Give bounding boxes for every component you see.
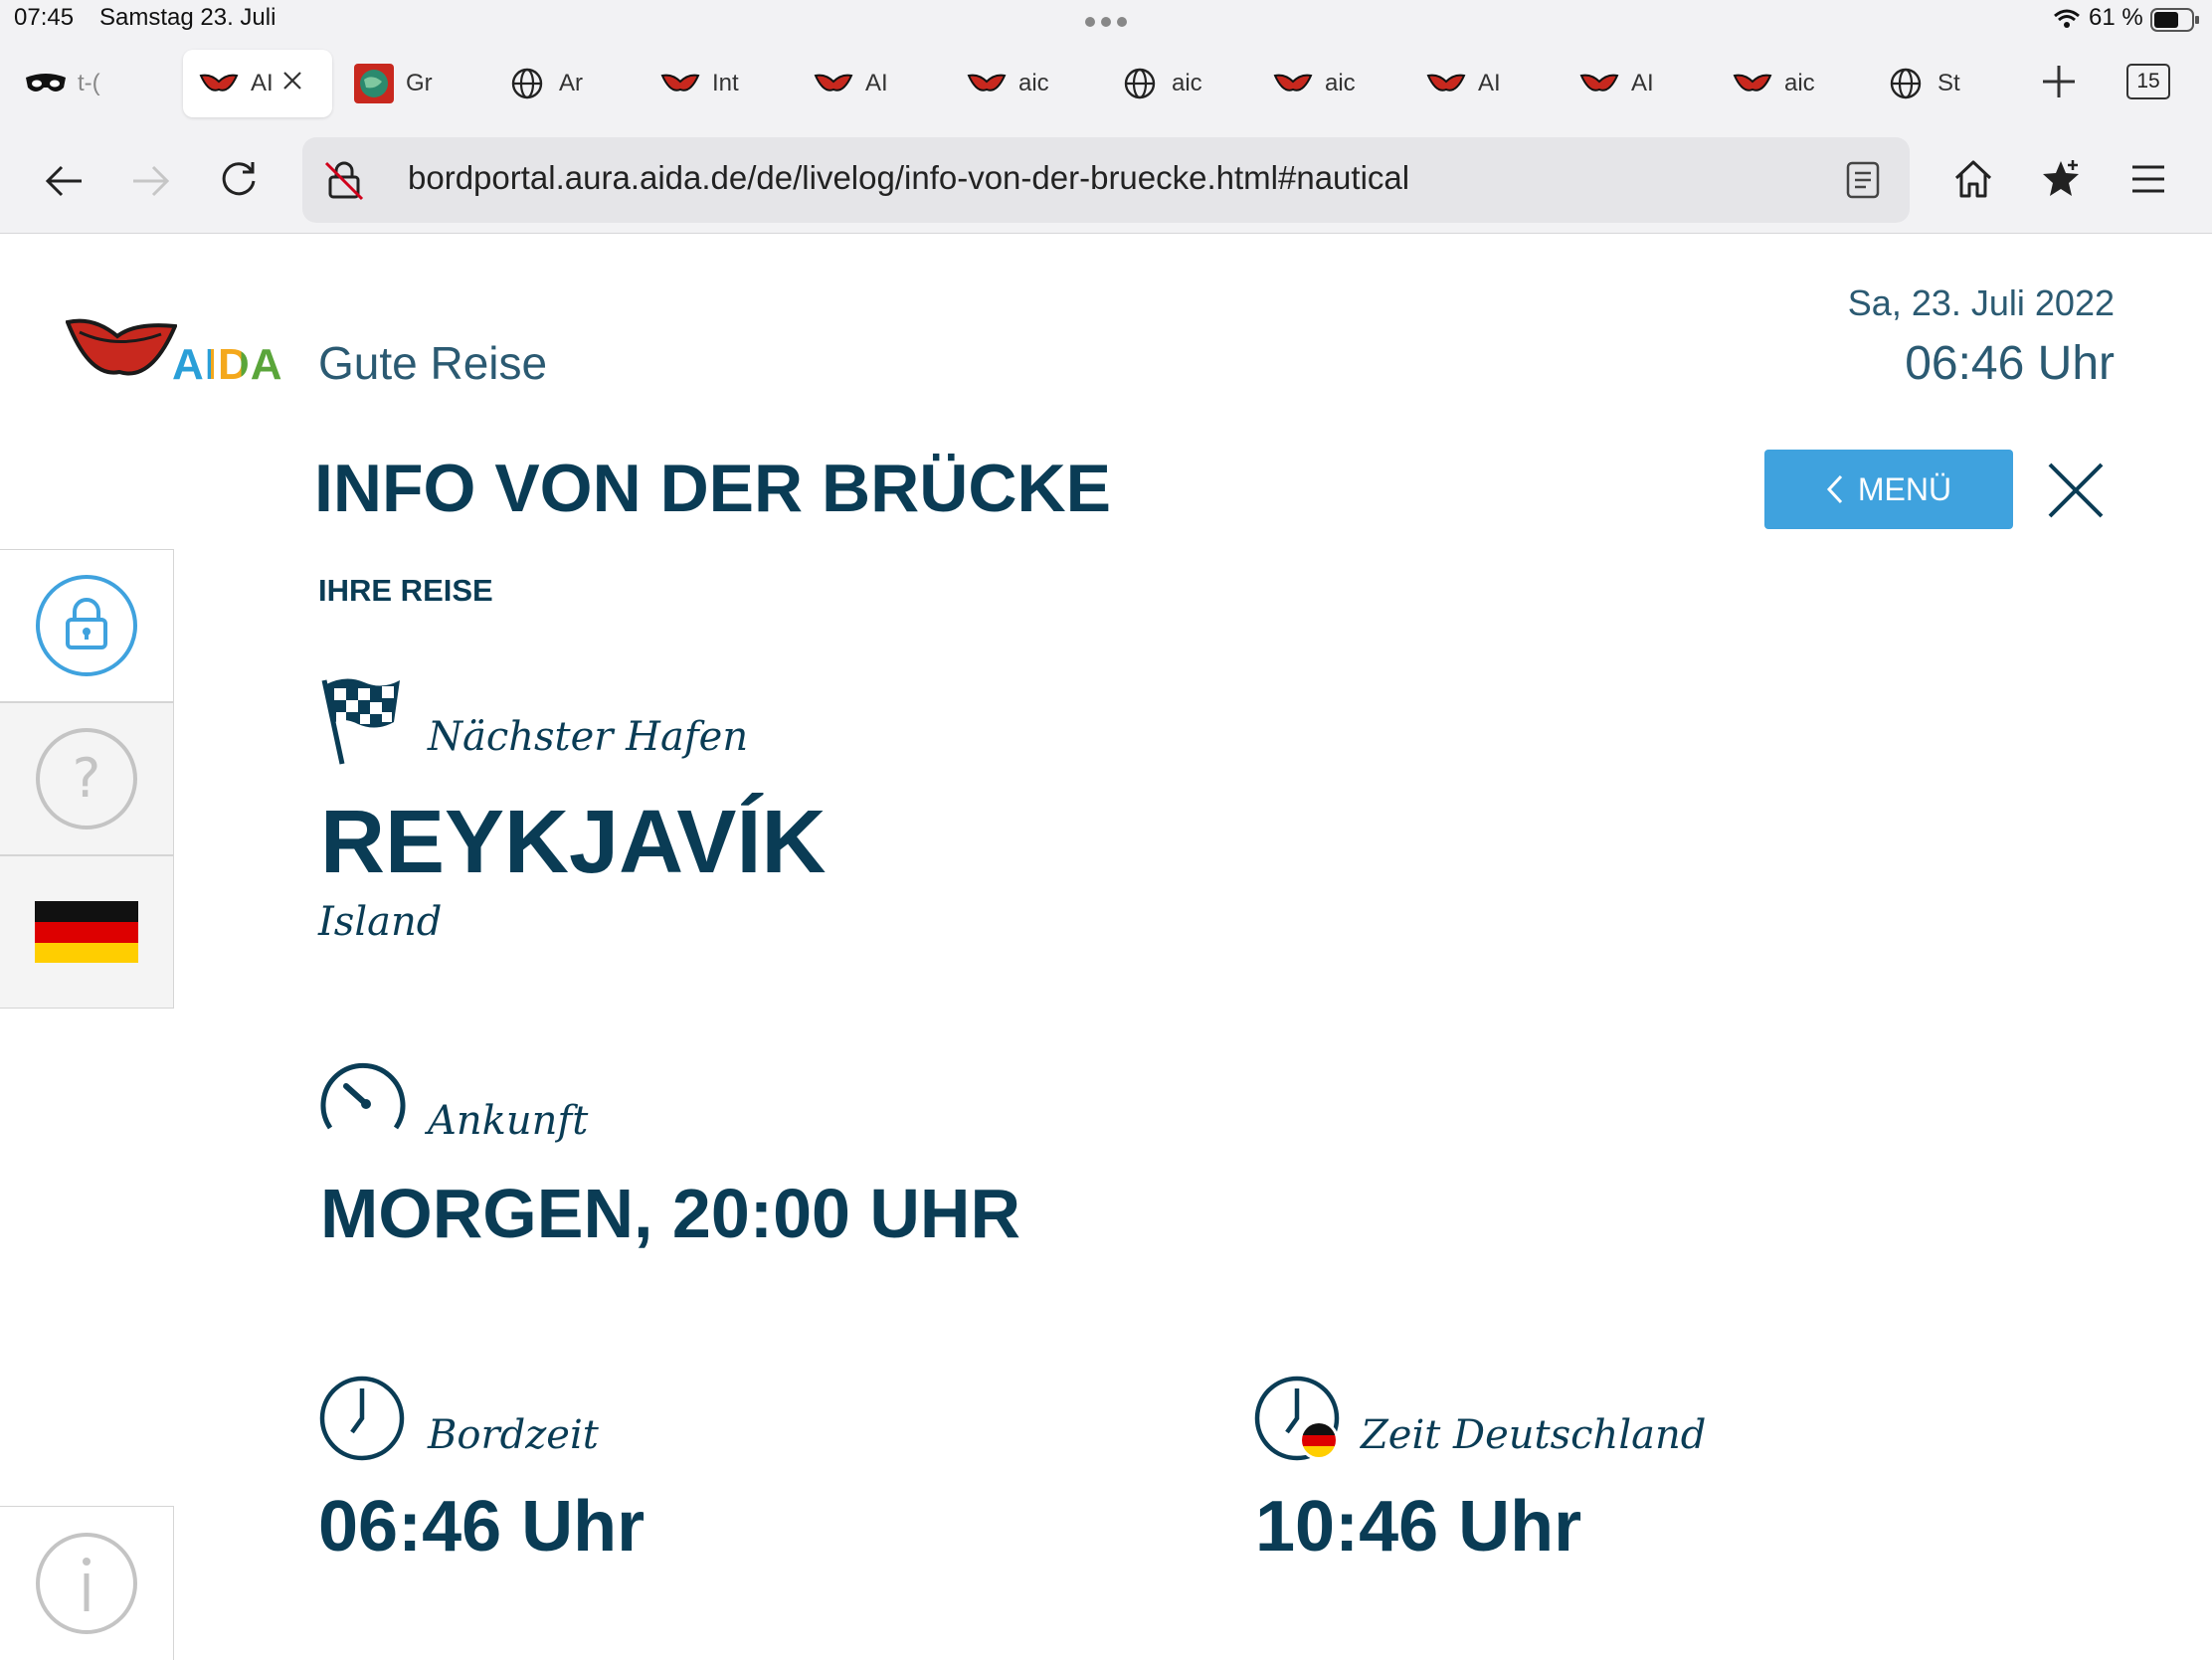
tab-aic-1[interactable]: aic [965, 50, 1074, 117]
private-mask-icon [24, 64, 68, 103]
arrival-value: MORGEN, 20:00 UHR [320, 1175, 1021, 1252]
header-date: Sa, 23. Juli 2022 [1847, 282, 2115, 323]
tagline: Gute Reise [318, 337, 548, 389]
battery-percent: 61 % [2089, 4, 2143, 31]
tab-label: AI [1631, 70, 1654, 96]
board-time-label: Bordzeit [428, 1412, 599, 1458]
status-date: Samstag 23. Juli [99, 4, 276, 31]
board-time-value: 06:46 Uhr [318, 1487, 645, 1567]
clock-germany-icon [1253, 1375, 1349, 1475]
tab-aic-4[interactable]: aic [1731, 50, 1840, 117]
arrival-label: Ankunft [428, 1098, 589, 1144]
chevron-left-icon [1826, 473, 1844, 505]
info-icon [36, 1533, 137, 1634]
tab-ai-4[interactable]: AI [1577, 50, 1687, 117]
close-page-button[interactable] [2047, 461, 2105, 524]
globe-image-icon [352, 64, 396, 103]
menu-button-label: MENÜ [1857, 470, 1952, 507]
forward-button[interactable] [127, 157, 175, 205]
sidebar-item-language[interactable] [0, 855, 174, 1009]
german-flag-icon [35, 901, 138, 963]
tab-label: aic [1325, 70, 1356, 96]
aida-logo-icon [1577, 64, 1621, 103]
aida-logo-icon [197, 64, 241, 103]
tab-label: AI [251, 70, 274, 96]
address-bar[interactable]: bordportal.aura.aida.de/de/livelog/info-… [302, 137, 1910, 223]
tab-label: Ar [559, 70, 583, 96]
aida-logo-icon [812, 64, 855, 103]
reader-view-icon[interactable] [1846, 161, 1880, 204]
status-bar: 07:45 Samstag 23. Juli 61 % [0, 0, 2212, 40]
navigation-bar: bordportal.aura.aida.de/de/livelog/info-… [0, 127, 2212, 234]
germany-time-value: 10:46 Uhr [1255, 1487, 1582, 1567]
header-time: 06:46 Uhr [1905, 337, 2115, 390]
aida-logo-icon [658, 64, 702, 103]
sidebar-item-info[interactable] [0, 1506, 174, 1660]
tab-strip: t-( AI Gr Ar Int AI aic aic aic AI AI ai… [0, 40, 2212, 127]
tab-private[interactable]: t-( [24, 50, 153, 117]
svg-text:?: ? [73, 747, 101, 810]
tab-ar[interactable]: Ar [505, 50, 615, 117]
status-time: 07:45 [14, 4, 75, 31]
aida-brand[interactable]: AIDA [172, 340, 283, 390]
page-title: INFO VON DER BRÜCKE [314, 451, 1111, 526]
tab-label: Int [712, 70, 739, 96]
wifi-icon [2053, 8, 2081, 37]
tab-aida-active[interactable]: AI [183, 50, 332, 117]
tab-int[interactable]: Int [658, 50, 768, 117]
tab-count: 15 [2136, 70, 2160, 92]
sidebar-item-lock[interactable] [0, 549, 174, 702]
home-button[interactable] [1949, 155, 1997, 203]
checkered-flag-icon [320, 674, 404, 771]
aida-lips-logo-icon [65, 316, 178, 387]
clock-icon [318, 1375, 406, 1467]
globe-icon [1884, 64, 1928, 103]
help-question-icon: ? [36, 728, 137, 830]
aida-brand-text: AIDA [172, 340, 283, 389]
speedometer-icon [316, 1056, 410, 1139]
tab-label: St [1937, 70, 1960, 96]
port-country: Island [318, 899, 443, 945]
new-tab-button[interactable] [2041, 64, 2077, 104]
tab-ai-2[interactable]: AI [812, 50, 921, 117]
next-port-name: REYKJAVÍK [320, 793, 827, 892]
multitask-dots-icon[interactable] [1084, 8, 1128, 36]
tab-aic-3[interactable]: aic [1271, 50, 1381, 117]
next-port-label: Nächster Hafen [428, 714, 749, 760]
reload-button[interactable] [215, 155, 263, 203]
close-tab-icon[interactable] [281, 70, 303, 98]
tab-label: Gr [406, 70, 433, 96]
lock-icon [36, 575, 137, 676]
sidebar-item-help[interactable]: ? [0, 702, 174, 855]
tab-st[interactable]: St [1884, 50, 1993, 117]
url-text: bordportal.aura.aida.de/de/livelog/info-… [408, 159, 1410, 196]
tab-label: aic [1172, 70, 1202, 96]
bookmark-star-icon[interactable] [2037, 155, 2085, 203]
germany-time-label: Zeit Deutschland [1361, 1412, 1707, 1458]
tab-label: aic [1018, 70, 1049, 96]
aida-logo-icon [1424, 64, 1468, 103]
battery-icon [2150, 8, 2200, 39]
aida-logo-icon [965, 64, 1009, 103]
aida-logo-icon [1271, 64, 1315, 103]
tab-label: AI [865, 70, 888, 96]
back-button[interactable] [40, 157, 88, 205]
tab-aic-2[interactable]: aic [1118, 50, 1227, 117]
tab-label: t-( [78, 70, 100, 96]
tab-label: AI [1478, 70, 1501, 96]
section-heading: IHRE REISE [318, 573, 493, 608]
insecure-lock-icon[interactable] [324, 159, 364, 206]
hamburger-menu-icon[interactable] [2124, 155, 2172, 203]
tab-ai-3[interactable]: AI [1424, 50, 1534, 117]
globe-icon [505, 64, 549, 103]
globe-icon [1118, 64, 1162, 103]
menu-button[interactable]: MENÜ [1764, 450, 2013, 529]
tab-label: aic [1784, 70, 1815, 96]
aida-logo-icon [1731, 64, 1774, 103]
tab-gr[interactable]: Gr [352, 50, 461, 117]
tab-count-button[interactable]: 15 [2126, 64, 2170, 99]
